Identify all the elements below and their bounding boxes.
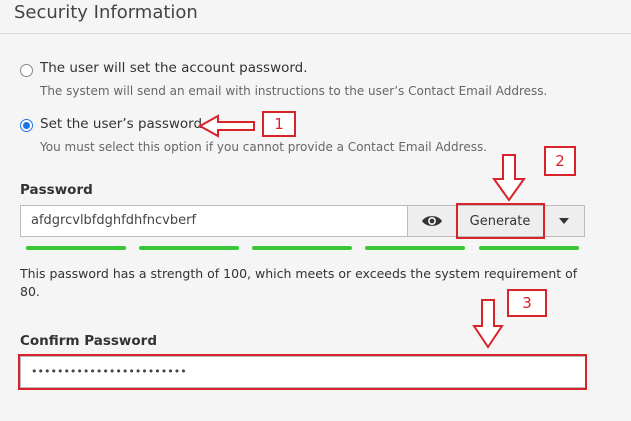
strength-segment	[252, 246, 352, 250]
radio-user-sets-password[interactable]	[20, 64, 33, 77]
option-user-sets-password-help: The system will send an email with instr…	[40, 84, 548, 98]
eye-icon	[422, 216, 442, 226]
annotation-marker-3: 3	[507, 289, 547, 317]
arrow-left-icon	[197, 114, 255, 138]
strength-segment	[26, 246, 126, 250]
password-input[interactable]: afdgrcvlbfdghfdhfncvberf	[20, 205, 408, 237]
radio-set-users-password[interactable]	[20, 119, 33, 132]
annotation-marker-2: 2	[544, 146, 576, 176]
strength-segment	[479, 246, 579, 250]
arrow-down-icon	[492, 154, 526, 202]
section-divider	[0, 33, 631, 34]
strength-segment	[365, 246, 465, 250]
password-label: Password	[20, 182, 93, 198]
option-set-password-help: You must select this option if you canno…	[40, 140, 488, 154]
strength-segment	[139, 246, 239, 250]
generate-options-dropdown[interactable]	[543, 205, 585, 237]
arrow-down-icon	[472, 299, 504, 349]
option-set-password-label[interactable]: Set the user’s password.	[40, 116, 206, 132]
show-password-button[interactable]	[407, 205, 457, 237]
option-user-sets-password-label[interactable]: The user will set the account password.	[40, 60, 308, 76]
confirm-highlight-box	[18, 354, 587, 390]
confirm-password-label: Confirm Password	[20, 333, 158, 349]
annotation-marker-1: 1	[262, 111, 296, 137]
section-title: Security Information	[14, 2, 198, 23]
generate-highlight-box	[456, 203, 545, 239]
caret-down-icon	[559, 218, 569, 224]
